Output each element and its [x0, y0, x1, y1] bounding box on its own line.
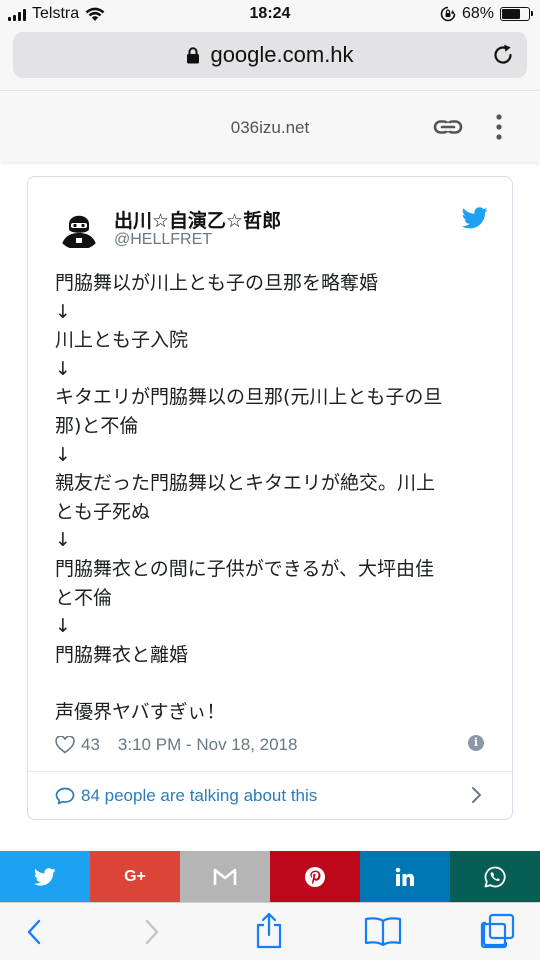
tweet-text: 門脇舞以が川上とも子の旦那を略奪婚 ↓ 川上とも子入院 ↓ キタエリが門脇舞以の…: [55, 269, 491, 727]
status-right: 68%: [440, 5, 533, 23]
talking-link[interactable]: 84 people are talking about this: [55, 785, 485, 807]
url-text: google.com.hk: [210, 42, 354, 67]
talking-text[interactable]: 84 people are talking about this: [81, 786, 317, 806]
tweet-line: キタエリが門脇舞以の旦那(元川上とも子の旦: [55, 386, 443, 409]
tweet-line: 声優界ヤバすぎぃ！: [55, 700, 226, 723]
forward-icon[interactable]: [142, 915, 162, 949]
share-icon[interactable]: [254, 911, 284, 949]
address-bar[interactable]: google.com.hk: [13, 32, 527, 78]
tweet-card[interactable]: 出川☆自演乙☆哲郎 @HELLFRET 門脇舞以が川上とも子の旦那を略奪婚 ↓ …: [27, 176, 513, 820]
linkedin-icon: [395, 867, 414, 886]
tweet-line: 門脇舞以が川上とも子の旦那を略奪婚: [55, 272, 379, 294]
orientation-lock-icon: [440, 6, 456, 22]
tweet-line: ↓: [55, 357, 71, 380]
tweet-line: ↓: [55, 529, 71, 552]
speech-bubble-icon: [55, 787, 75, 805]
link-icon[interactable]: [433, 115, 463, 139]
browser-address-area: google.com.hk: [0, 28, 540, 90]
share-linkedin-button[interactable]: [360, 851, 450, 902]
battery-level: [502, 9, 520, 19]
tweet-line: ↓: [55, 443, 71, 466]
tabs-icon[interactable]: [480, 913, 516, 949]
tweet-line: とも子死ぬ: [55, 500, 151, 523]
chevron-right-icon[interactable]: [469, 786, 483, 804]
more-options-icon[interactable]: [491, 112, 507, 142]
tweet-timestamp[interactable]: 3:10 PM - Nov 18, 2018: [118, 735, 298, 755]
back-icon[interactable]: [24, 915, 44, 949]
bookmarks-icon[interactable]: [364, 915, 402, 947]
heart-icon[interactable]: [55, 736, 75, 754]
tweet-meta: 43 3:10 PM - Nov 18, 2018: [55, 734, 485, 756]
ninja-avatar-icon: [55, 202, 103, 250]
author-handle[interactable]: @HELLFRET: [114, 231, 212, 249]
divider: [28, 771, 512, 772]
share-email-button[interactable]: [180, 851, 270, 902]
google-plus-icon: G+: [124, 867, 146, 885]
share-whatsapp-button[interactable]: [450, 851, 540, 902]
status-bar: Telstra 18:24 68%: [0, 0, 540, 28]
tweet-line: [55, 669, 491, 698]
share-pinterest-button[interactable]: [270, 851, 360, 902]
tweet-line: 親友だった門脇舞以とキタエリが絶交。川上: [55, 472, 436, 495]
email-icon: [213, 868, 237, 885]
tweet-line: ↓: [55, 300, 71, 323]
whatsapp-icon: [484, 866, 506, 887]
pinterest-icon: [305, 866, 325, 887]
avatar[interactable]: [55, 202, 103, 250]
browser-toolbar: [0, 902, 540, 960]
tweet-line: 門脇舞衣との間に子供ができるが、大坪由佳: [55, 557, 435, 580]
share-google-plus-button[interactable]: G+: [90, 851, 180, 902]
tweet-line: 門脇舞衣と離婚: [55, 643, 189, 666]
share-twitter-button[interactable]: [0, 851, 90, 902]
like-count[interactable]: 43: [81, 735, 100, 755]
tweet-line: 川上とも子入院: [55, 329, 189, 352]
twitter-share-icon: [34, 867, 56, 886]
share-bar: G+: [0, 851, 540, 902]
author-name[interactable]: 出川☆自演乙☆哲郎: [114, 206, 281, 233]
tweet-line: 那)と不倫: [55, 414, 139, 437]
reload-icon[interactable]: [491, 43, 515, 67]
tweet-line: と不倫: [55, 586, 113, 609]
battery-icon: [500, 7, 533, 21]
info-icon[interactable]: i: [468, 735, 484, 751]
twitter-bird-icon[interactable]: [462, 207, 488, 229]
battery-percent: 68%: [461, 5, 494, 22]
amp-header: 036izu.net: [0, 90, 540, 162]
tweet-line: ↓: [55, 615, 71, 638]
lock-icon: [187, 46, 200, 63]
